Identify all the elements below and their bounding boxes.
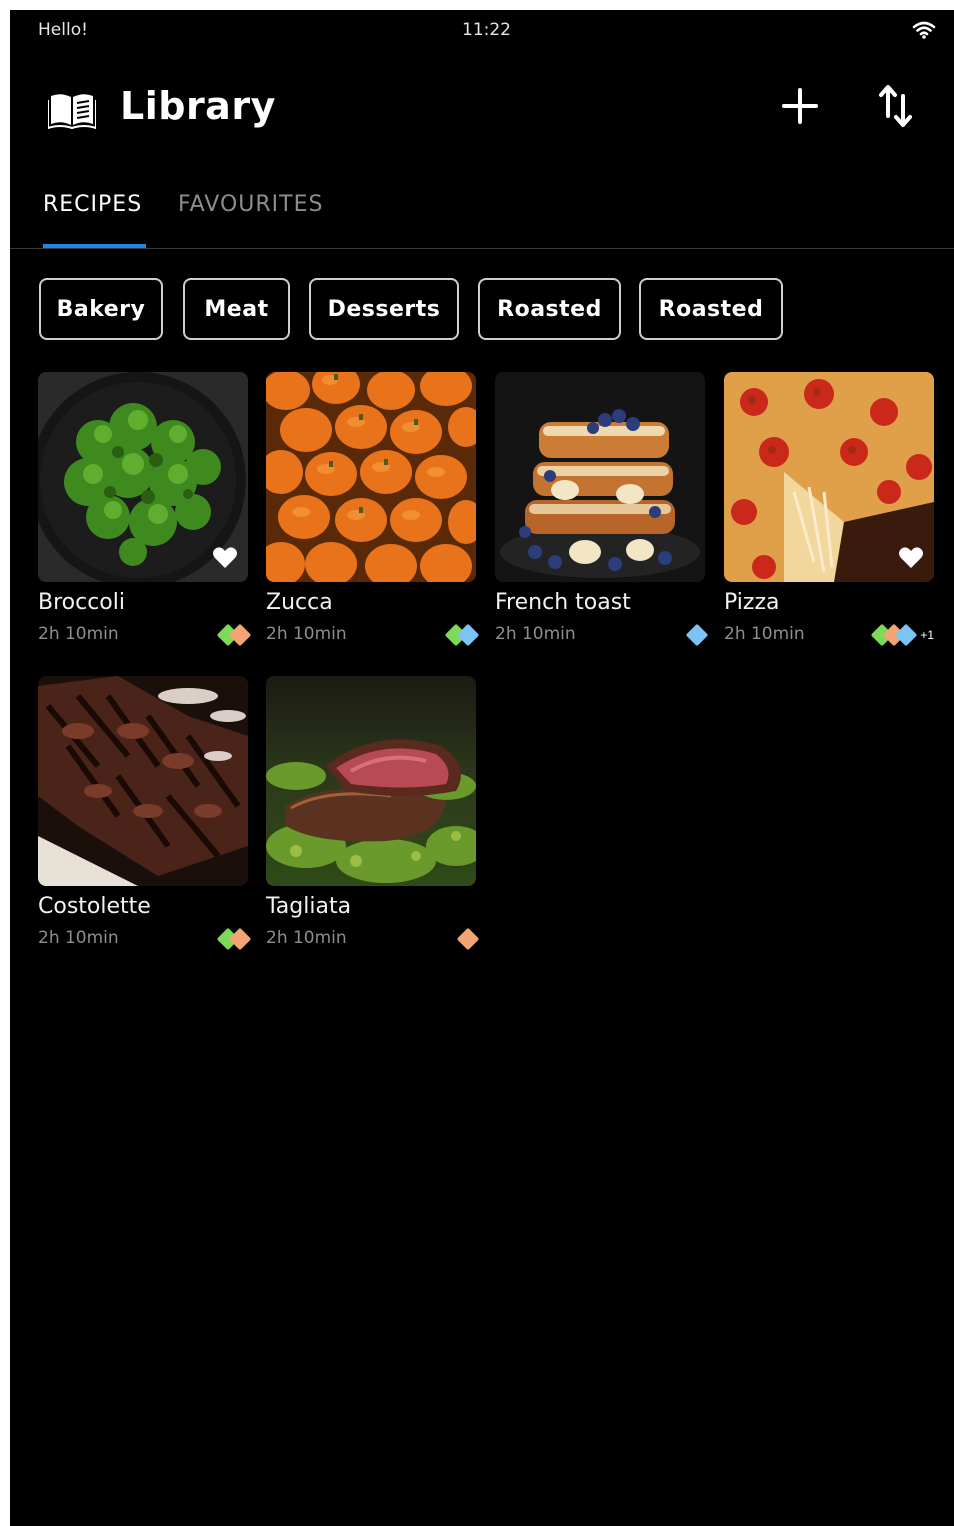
- recipe-tags: [456, 927, 480, 951]
- favourite-heart-icon[interactable]: [898, 546, 924, 570]
- recipe-card[interactable]: Broccoli 2h 10min: [38, 372, 252, 652]
- recipe-image: [495, 372, 705, 582]
- add-icon[interactable]: [780, 86, 820, 126]
- recipe-card[interactable]: Costolette 2h 10min: [38, 676, 252, 956]
- book-icon: [48, 94, 96, 130]
- recipe-image: [724, 372, 934, 582]
- recipe-time: 2h 10min: [724, 624, 805, 644]
- recipe-card[interactable]: Zucca 2h 10min: [266, 372, 480, 652]
- page-title: Library: [120, 84, 276, 128]
- more-tags-count: +1: [920, 628, 934, 642]
- recipe-tags: [216, 927, 252, 951]
- recipe-tags: +1: [870, 623, 934, 647]
- tab-recipes[interactable]: RECIPES: [43, 192, 142, 217]
- recipe-time: 2h 10min: [38, 624, 119, 644]
- active-tab-indicator: [43, 244, 146, 248]
- recipe-time: 2h 10min: [38, 928, 119, 948]
- chip-meat[interactable]: Meat: [183, 278, 290, 340]
- recipe-image: [266, 676, 476, 886]
- recipe-tags: [685, 623, 709, 647]
- favourite-heart-icon[interactable]: [212, 546, 238, 570]
- recipe-time: 2h 10min: [495, 624, 576, 644]
- sort-icon[interactable]: [876, 82, 916, 130]
- recipe-name: French toast: [495, 590, 631, 615]
- recipe-tags: [216, 623, 252, 647]
- recipe-name: Broccoli: [38, 590, 125, 615]
- status-greeting: Hello!: [38, 20, 88, 40]
- chip-bakery[interactable]: Bakery: [39, 278, 163, 340]
- recipe-name: Pizza: [724, 590, 780, 615]
- status-bar: Hello! 11:22: [10, 10, 954, 50]
- chip-roasted[interactable]: Roasted: [478, 278, 621, 340]
- wifi-icon: [912, 21, 936, 39]
- recipe-name: Tagliata: [266, 894, 352, 919]
- app-screen: Hello! 11:22 Library RECIPES FAVOURITES …: [10, 10, 954, 1526]
- tab-favourites[interactable]: FAVOURITES: [178, 192, 323, 217]
- recipe-card[interactable]: Pizza 2h 10min +1: [724, 372, 934, 652]
- recipe-image: [38, 676, 248, 886]
- recipe-tags: [444, 623, 480, 647]
- recipe-time: 2h 10min: [266, 928, 347, 948]
- recipe-time: 2h 10min: [266, 624, 347, 644]
- tag-blue-icon: [685, 623, 709, 647]
- tag-orange-icon: [456, 927, 480, 951]
- recipe-name: Costolette: [38, 894, 151, 919]
- recipe-card[interactable]: Tagliata 2h 10min: [266, 676, 480, 956]
- tab-bar: RECIPES FAVOURITES: [10, 180, 954, 249]
- chip-roasted-2[interactable]: Roasted: [639, 278, 783, 340]
- recipe-name: Zucca: [266, 590, 333, 615]
- status-time: 11:22: [462, 20, 511, 40]
- recipe-image: [266, 372, 476, 582]
- app-bar: Library: [10, 70, 954, 150]
- recipe-card[interactable]: French toast 2h 10min: [495, 372, 709, 652]
- chip-desserts[interactable]: Desserts: [309, 278, 459, 340]
- recipe-image: [38, 372, 248, 582]
